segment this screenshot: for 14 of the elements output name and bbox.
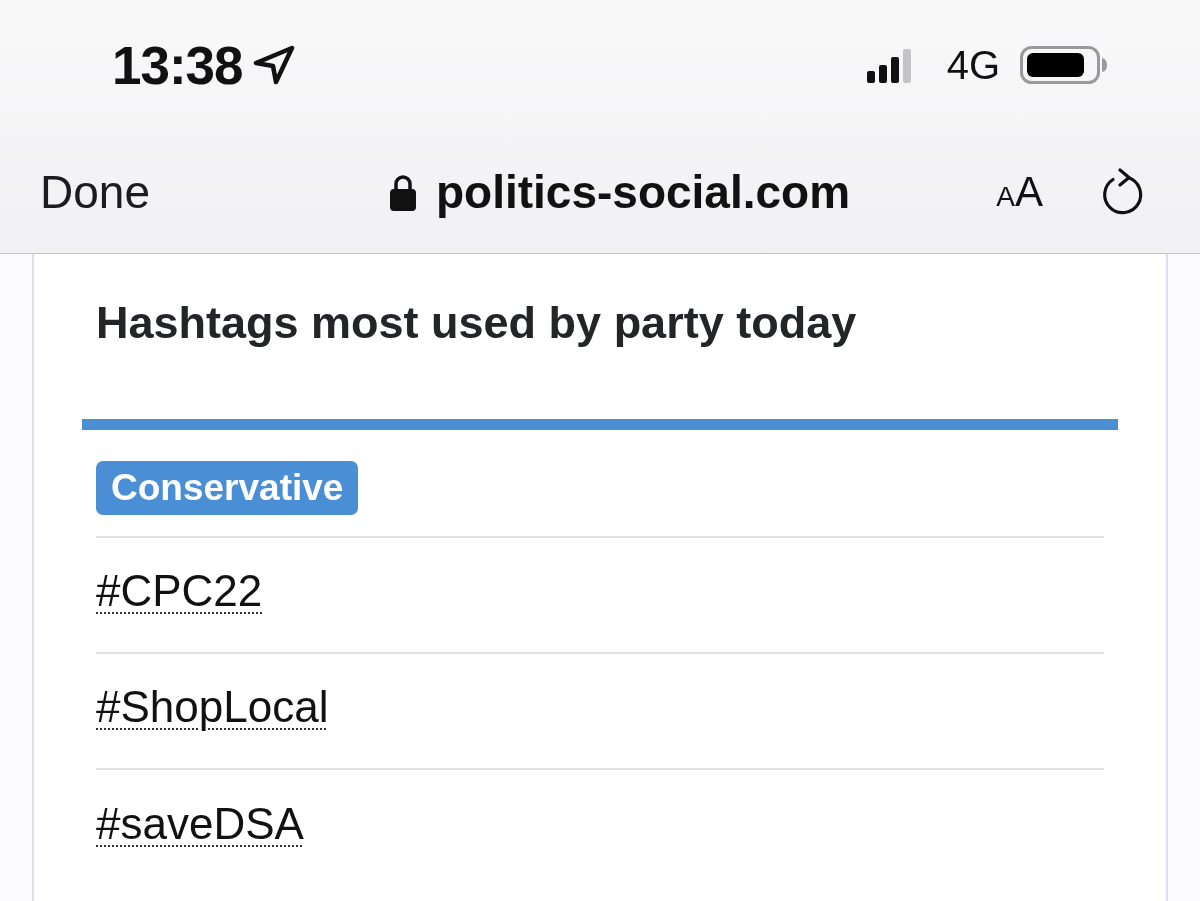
hashtag-link[interactable]: #saveDSA [96, 802, 304, 846]
location-arrow-icon [252, 45, 295, 85]
party-tag: Conservative [96, 461, 359, 515]
card-title: Hashtags most used by party today [96, 297, 857, 349]
battery-icon [1020, 46, 1108, 84]
hashtag-link[interactable]: #ShopLocal [96, 685, 329, 729]
done-button[interactable]: Done [40, 168, 150, 215]
signal-icon [866, 47, 913, 83]
text-size-button[interactable]: AA [996, 170, 1043, 213]
lock-icon [389, 172, 416, 211]
status-time: 13:38 [112, 38, 243, 92]
network-label: 4G [946, 45, 1000, 85]
reload-icon[interactable] [1101, 167, 1145, 216]
hashtag-link[interactable]: #CPC22 [96, 569, 263, 613]
